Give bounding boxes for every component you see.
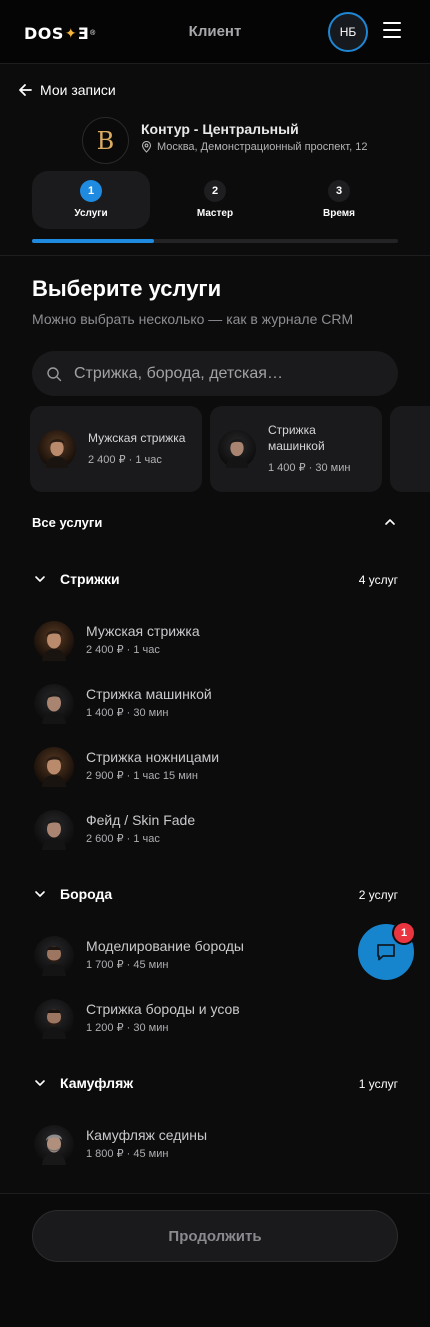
service-title: Стрижка ножницами <box>86 749 220 765</box>
service-photo <box>38 430 76 468</box>
step-label: Время <box>323 208 355 219</box>
search-input[interactable] <box>74 364 374 383</box>
service-row[interactable]: Камуфляж седины 1 800 ₽ · 45 мин <box>32 1121 398 1169</box>
page-title: Выберите услуги <box>32 276 222 301</box>
service-row[interactable]: Стрижка ножницами 2 900 ₽ · 1 час 15 мин <box>32 743 398 791</box>
chevron-down-icon[interactable] <box>34 573 46 585</box>
service-title: Стрижка машинкой <box>86 686 212 702</box>
divider <box>0 255 430 256</box>
all-services-label: Все услуги <box>32 515 103 530</box>
service-row[interactable]: Стрижка машинкой 1 400 ₽ · 30 мин <box>32 680 398 728</box>
continue-button[interactable]: Продолжить <box>32 1210 398 1262</box>
search-box[interactable] <box>32 351 398 396</box>
salon-name: Контур - Центральный <box>141 121 299 137</box>
service-photo <box>34 810 74 850</box>
card-title: Мужская стрижка <box>88 431 186 445</box>
top-bar: DOS ✦ Ǝ ® Клиент НБ <box>0 0 430 64</box>
chat-bubble-icon <box>377 944 395 961</box>
step-label: Мастер <box>196 208 234 219</box>
chevron-down-icon[interactable] <box>34 1077 46 1089</box>
chat-unread-badge: 1 <box>392 921 416 945</box>
salon-address-text: Москва, Демонстрационный проспект, 12 <box>157 141 368 153</box>
chevron-down-icon[interactable] <box>34 888 46 900</box>
category-count: 4 услуг <box>358 573 398 587</box>
popular-service-card-partial[interactable] <box>390 406 430 492</box>
salon-address: Москва, Демонстрационный проспект, 12 <box>141 141 367 153</box>
card-meta: 2 400 ₽ · 1 час <box>88 454 162 466</box>
card-title: Стрижка машинкой <box>268 423 325 453</box>
service-row[interactable]: Фейд / Skin Fade 2 600 ₽ · 1 час <box>32 806 398 854</box>
location-pin-icon <box>141 141 152 153</box>
category-title[interactable]: Борода <box>60 886 112 902</box>
service-photo <box>34 1125 74 1165</box>
service-row[interactable]: Мужская стрижка 2 400 ₽ · 1 час <box>32 617 398 665</box>
step-label: Услуги <box>74 208 108 219</box>
category-title[interactable]: Камуфляж <box>60 1075 133 1091</box>
service-row[interactable]: Моделирование бороды 1 700 ₽ · 45 мин <box>32 932 398 980</box>
service-row[interactable]: Стрижка бороды и усов 1 200 ₽ · 30 мин <box>32 995 398 1043</box>
step-master[interactable]: 2 Мастер <box>156 171 274 229</box>
hamburger-menu-icon[interactable] <box>383 22 401 40</box>
service-title: Фейд / Skin Fade <box>86 812 196 828</box>
category-count: 1 услуг <box>358 1077 398 1091</box>
service-title: Моделирование бороды <box>86 938 244 954</box>
step-progress-bar <box>32 239 398 243</box>
card-meta: 1 400 ₽ · 30 мин <box>268 462 351 474</box>
popular-service-card[interactable]: Стрижка машинкой 1 400 ₽ · 30 мин <box>210 406 382 492</box>
service-title: Мужская стрижка <box>86 623 200 639</box>
popular-service-card[interactable]: Мужская стрижка 2 400 ₽ · 1 час <box>30 406 202 492</box>
service-photo <box>34 684 74 724</box>
step-number: 2 <box>204 180 226 202</box>
service-photo <box>218 430 256 468</box>
chevron-up-icon[interactable] <box>384 516 396 528</box>
service-title: Камуфляж седины <box>86 1127 208 1143</box>
salon-logo: B <box>82 117 129 164</box>
back-link-label: Мои записи <box>40 82 116 98</box>
service-meta: 2 900 ₽ · 1 час 15 мин <box>86 770 199 782</box>
service-meta: 1 400 ₽ · 30 мин <box>86 707 169 719</box>
service-meta: 2 600 ₽ · 1 час <box>86 833 160 845</box>
page-subtitle: Можно выбрать несколько — как в журнале … <box>32 311 354 327</box>
back-link[interactable]: Мои записи <box>18 82 116 98</box>
step-progress-fill <box>32 239 154 243</box>
service-photo <box>34 999 74 1039</box>
search-icon <box>47 366 62 381</box>
category-count: 2 услуг <box>358 888 398 902</box>
service-meta: 1 700 ₽ · 45 мин <box>86 959 169 971</box>
arrow-left-icon <box>19 84 32 96</box>
service-title: Стрижка бороды и усов <box>86 1001 240 1017</box>
service-photo <box>34 747 74 787</box>
step-time[interactable]: 3 Время <box>280 171 398 229</box>
step-number: 1 <box>80 180 102 202</box>
service-photo <box>34 936 74 976</box>
step-number: 3 <box>328 180 350 202</box>
service-meta: 1 800 ₽ · 45 мин <box>86 1148 169 1160</box>
step-services[interactable]: 1 Услуги <box>32 171 150 229</box>
service-meta: 1 200 ₽ · 30 мин <box>86 1022 169 1034</box>
service-photo <box>34 621 74 661</box>
service-meta: 2 400 ₽ · 1 час <box>86 644 160 656</box>
category-title[interactable]: Стрижки <box>60 571 120 587</box>
user-avatar[interactable]: НБ <box>328 12 368 52</box>
